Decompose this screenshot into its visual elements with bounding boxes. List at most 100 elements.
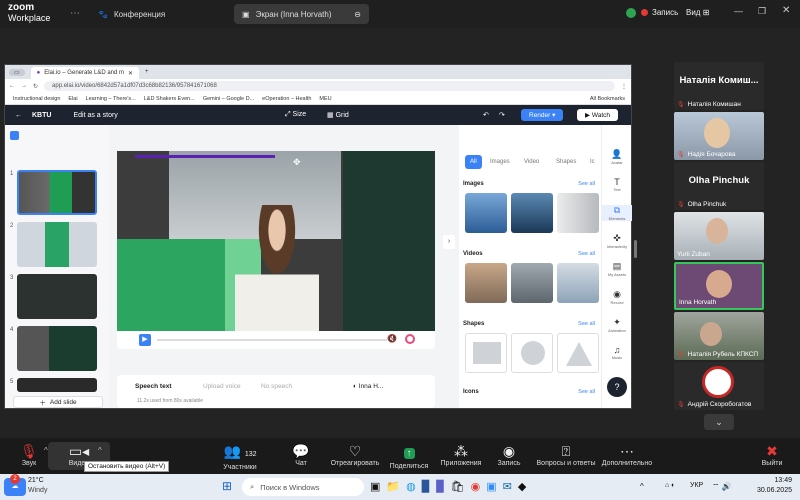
tray-icons[interactable]: ⌂ ◐ [665,482,675,489]
bookmark-item[interactable]: Instructional design [13,96,60,102]
rail-record[interactable]: ◉ Record [602,289,632,305]
menu-icon[interactable]: ⋯ [70,8,80,19]
speech-tab[interactable]: No speech [261,383,292,390]
help-button[interactable]: ? [607,377,627,397]
rail-text[interactable]: T Text [602,177,632,192]
participant-tile[interactable]: 🎙 Андрій Скоробогатов [674,362,764,410]
slide-thumbnail[interactable] [17,378,97,392]
edge-icon[interactable]: ◍ [406,480,416,493]
bookmark-item[interactable]: Gemini – Google D... [203,96,254,102]
participant-tile[interactable]: Yurii Zuban [674,212,764,260]
tab-close-icon[interactable]: ✕ [128,70,133,77]
clock-date[interactable]: 30.06.2025 [742,487,792,494]
panel-tab-shapes[interactable]: Shapes [551,155,581,169]
see-all-images[interactable]: See all [578,181,595,187]
rail-music[interactable]: ♫ Music [602,345,632,360]
edit-story-button[interactable]: Edit as a story [73,112,117,119]
avatar-presenter[interactable] [235,205,319,331]
tab-group-icon[interactable]: ▭ [9,68,25,76]
video-canvas[interactable]: ✥ [117,151,435,331]
tray-chevron-icon[interactable]: ^ [640,482,644,491]
address-bar[interactable]: app.elai.io/video/6842d57a1df07d3c68b821… [44,81,615,91]
rail-animation[interactable]: ✦ Animation [602,317,632,333]
participant-tile[interactable]: Olha Pinchuk 🎙 Olha Pinchuk [674,162,764,210]
participant-tile[interactable]: Наталія Комиш... 🎙 Наталія Комишан [674,62,764,110]
slide-thumbnail[interactable] [17,222,97,267]
reload-icon[interactable]: ↻ [33,83,38,90]
grid-button[interactable]: ▦ Grid [327,111,349,119]
watch-button[interactable]: ▶ Watch [577,109,618,121]
play-button[interactable]: ▶ [139,334,151,346]
participant-tile[interactable]: 🎙 Надія Бочарова [674,112,764,160]
see-all-shapes[interactable]: See all [578,321,595,327]
task-view-icon[interactable]: ▣ [370,480,380,493]
slides-view-icon[interactable] [10,131,19,140]
see-all-videos[interactable]: See all [578,251,595,257]
extensions-icon[interactable]: ⋮ [621,83,627,90]
network-volume-icons[interactable]: ⌔ 🔊 [712,482,732,492]
bookmark-item[interactable]: L&D Shakers Even... [144,96,195,102]
video-options-chevron[interactable]: ^ [98,446,102,455]
render-button[interactable]: Render ▾ [521,109,564,121]
panel-tab-video[interactable]: Video [519,155,544,169]
rail-interactivity[interactable]: ✜ Interactivity [602,233,632,249]
resize-handle[interactable] [634,240,637,258]
recording-indicator[interactable]: Запись [641,8,678,17]
clock-time[interactable]: 13:49 [754,477,792,484]
slide-thumbnail[interactable] [17,274,97,319]
new-tab-icon[interactable]: + [145,69,149,75]
stock-video[interactable] [557,263,599,303]
panel-tab-images[interactable]: Images [485,155,515,169]
files-icon[interactable]: 📁 [386,480,400,493]
word-icon[interactable]: ▉ [422,480,430,493]
mute-icon[interactable]: 🔇 [387,334,397,343]
panel-toggle-arrow[interactable]: › [443,235,455,249]
rail-avatar[interactable]: 👤 Avatar [602,149,632,165]
tab-meeting[interactable]: 🐾 Конференция [90,4,173,24]
close-tab-icon[interactable]: ⊖ [354,10,361,19]
triangle-shape[interactable] [557,333,599,373]
participant-tile-active-speaker[interactable]: Inna Horvath [674,262,764,310]
speech-tab[interactable]: Speech text [135,383,172,390]
chrome-icon[interactable]: ◉ [471,480,481,493]
circle-shape[interactable] [511,333,553,373]
project-title[interactable]: KBTU [32,112,51,119]
speech-tab[interactable]: Upload voice [203,383,241,390]
redo-icon[interactable]: ↷ [499,111,505,119]
close-icon[interactable]: ✕ [782,5,790,16]
participant-tile[interactable]: 🎙 Наталія Рубель КПКСП [674,312,764,360]
back-arrow-icon[interactable]: ← [15,112,22,119]
outlook-icon[interactable]: ✉ [503,480,512,493]
square-shape[interactable] [465,333,507,373]
panel-tab-icons[interactable]: Ic [585,155,600,169]
stock-image[interactable] [465,193,507,233]
panel-tab-all[interactable]: All [465,155,482,169]
browser-tab[interactable]: ● Elai.io – Generate L&D and m ✕ [30,67,140,79]
move-handle-icon[interactable]: ✥ [293,157,301,168]
leave-button[interactable]: ✖ Выйти [737,442,800,467]
forward-icon[interactable]: → [21,83,27,89]
store-icon[interactable]: 🛍 [451,480,465,493]
undo-icon[interactable]: ↶ [483,111,489,119]
teams-icon[interactable]: ▉ [436,480,444,493]
size-button[interactable]: ⤢ Size [285,111,306,119]
bookmark-item[interactable]: MEU [319,96,331,102]
slide-thumbnail[interactable] [17,170,97,215]
tab-screen-share[interactable]: ▣ Экран (Inna Horvath) ⊖ [234,4,369,24]
language-indicator[interactable]: УКР [690,482,703,489]
rail-my-assets[interactable]: ▤ My Assets [602,261,632,277]
view-button[interactable]: Вид ⊞ [686,8,709,17]
maximize-icon[interactable]: ❐ [758,6,766,17]
timeline[interactable] [157,339,387,341]
stock-image[interactable] [557,193,599,233]
slide-thumbnail[interactable] [17,326,97,371]
back-icon[interactable]: ← [9,83,15,89]
windows-start-icon[interactable]: ⊞ [222,479,232,493]
bookmark-item[interactable]: eOperation – Health [262,96,311,102]
all-bookmarks[interactable]: All Bookmarks [590,96,631,102]
more-button[interactable]: ⋯ Дополнительно [592,442,662,467]
bookmark-item[interactable]: Learning – There's... [86,96,136,102]
stock-image[interactable] [511,193,553,233]
gallery-scroll-down[interactable]: ⌄ [704,414,734,430]
rail-elements[interactable]: ⧉ Elements [602,205,632,221]
